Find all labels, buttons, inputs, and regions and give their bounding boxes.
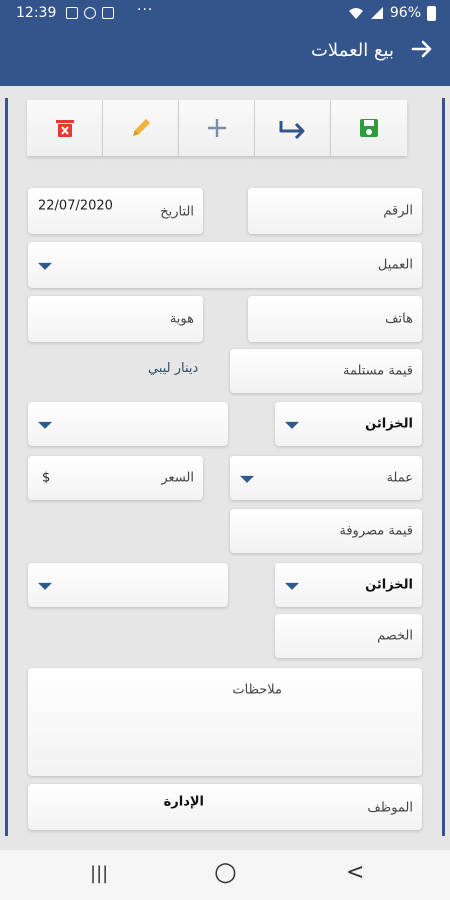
- chevron-down-icon: [285, 421, 299, 429]
- action-toolbar: [27, 100, 409, 156]
- notes-field[interactable]: ملاحظات: [28, 668, 422, 776]
- received-value-field[interactable]: قيمة مستلمة: [230, 349, 422, 393]
- treasury-label-1: الخزائن: [365, 416, 413, 432]
- chevron-down-icon: [38, 582, 52, 590]
- number-label: الرقم: [383, 203, 413, 219]
- image-icon: [66, 7, 78, 19]
- rate-field[interactable]: $ السعر: [28, 456, 203, 500]
- edit-icon: [132, 119, 150, 136]
- battery-percent: 96%: [389, 5, 421, 21]
- status-bar: 12:39 ··· 96%: [0, 0, 450, 28]
- rate-currency: $: [42, 470, 51, 486]
- notes-label: ملاحظات: [232, 682, 282, 698]
- account-dropdown-1[interactable]: [28, 402, 228, 446]
- rate-label: السعر: [161, 470, 194, 486]
- add-button[interactable]: [179, 100, 255, 156]
- discount-label: الخصم: [377, 628, 413, 644]
- client-label: العميل: [377, 257, 413, 273]
- system-nav-bar: ||| ○ <: [0, 850, 450, 900]
- chevron-down-icon: [240, 475, 254, 483]
- status-time: 12:39: [16, 5, 57, 21]
- date-value: 22/07/2020: [38, 198, 113, 214]
- currency-label: عملة: [386, 470, 413, 486]
- number-field[interactable]: الرقم: [248, 188, 422, 234]
- account-dropdown-2[interactable]: [28, 563, 228, 607]
- battery-icon: [427, 5, 436, 21]
- page-title: بيع العملات: [310, 40, 394, 61]
- id-field[interactable]: هوية: [28, 296, 203, 342]
- wifi-icon: [348, 8, 363, 19]
- client-dropdown[interactable]: العميل: [28, 242, 422, 288]
- forward-button[interactable]: [255, 100, 331, 156]
- chevron-down-icon: [38, 262, 52, 270]
- delete-icon: [55, 120, 74, 137]
- received-currency: دينار ليبي: [148, 361, 199, 376]
- sync-icon: [84, 7, 96, 19]
- chevron-down-icon: [38, 421, 52, 429]
- phone-field[interactable]: هاتف: [248, 296, 422, 342]
- id-label: هوية: [169, 311, 194, 327]
- date-label: التاريخ: [160, 204, 194, 220]
- more-notifications: ···: [137, 2, 154, 18]
- received-label: قيمة مستلمة: [342, 363, 413, 379]
- currency-dropdown[interactable]: عملة: [230, 456, 422, 500]
- spent-value-field[interactable]: قيمة مصروفة: [230, 509, 422, 553]
- add-icon: [207, 119, 226, 137]
- discount-field[interactable]: الخصم: [275, 614, 422, 658]
- employee-value: الإدارة: [163, 794, 204, 810]
- arrow-right-icon[interactable]: [410, 37, 434, 67]
- forward-icon: [279, 121, 304, 139]
- recent-apps-button[interactable]: |||: [90, 863, 108, 884]
- app-bar: بيع العملات: [0, 28, 450, 86]
- chevron-down-icon: [285, 582, 299, 590]
- employee-field[interactable]: الموظف الإدارة: [28, 784, 422, 830]
- edit-button[interactable]: [103, 100, 179, 156]
- phone-label: هاتف: [385, 311, 413, 327]
- spent-label: قيمة مصروفة: [339, 523, 413, 539]
- date-field[interactable]: 22/07/2020 التاريخ: [28, 188, 203, 234]
- treasury-dropdown-1[interactable]: الخزائن: [275, 402, 422, 446]
- delete-button[interactable]: [27, 100, 103, 156]
- treasury-label-2: الخزائن: [365, 577, 413, 593]
- signal-icon: [370, 7, 383, 19]
- system-back-button[interactable]: <: [346, 860, 364, 885]
- save-icon: [360, 119, 378, 137]
- message-icon: [102, 7, 114, 19]
- home-button[interactable]: ○: [214, 857, 237, 887]
- treasury-dropdown-2[interactable]: الخزائن: [275, 563, 422, 607]
- status-icons: [66, 7, 114, 19]
- employee-label: الموظف: [367, 800, 413, 816]
- save-button[interactable]: [331, 100, 407, 156]
